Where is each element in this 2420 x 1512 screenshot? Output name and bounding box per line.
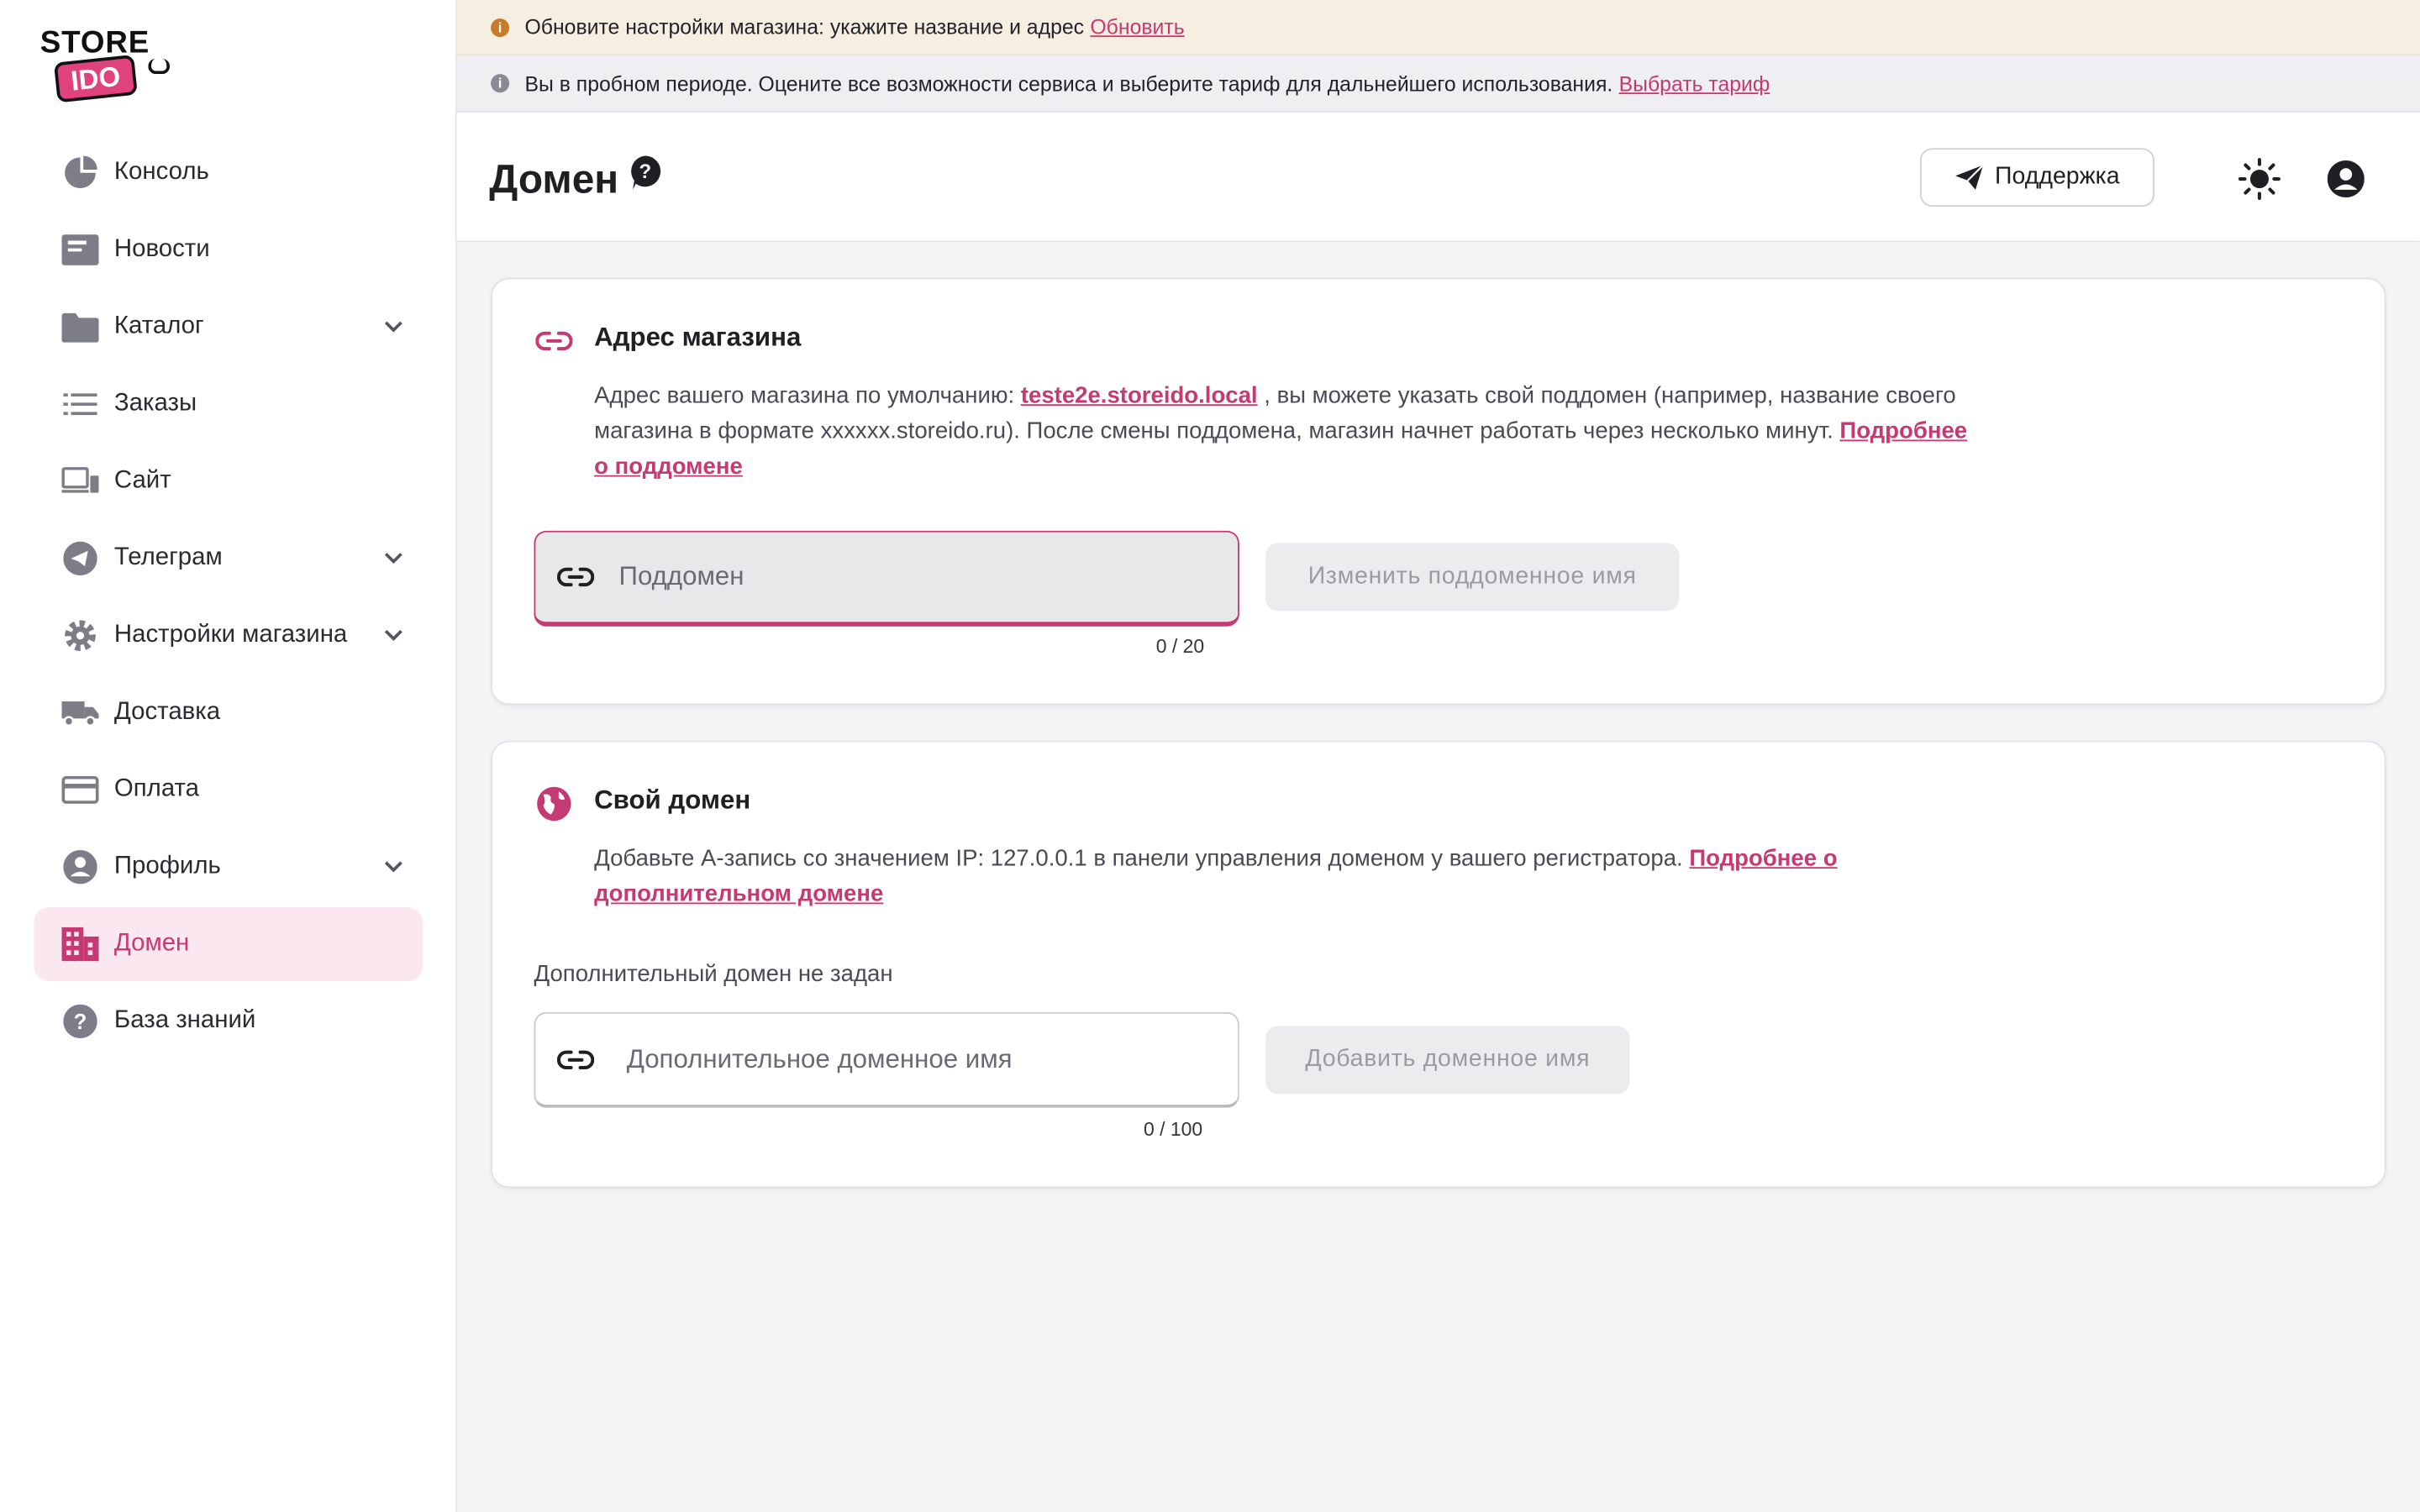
logo-line2: IDO (53, 54, 138, 103)
custom-domain-card: Свой домен Добавьте А-запись со значение… (491, 740, 2386, 1189)
support-button[interactable]: Поддержка (1919, 148, 2155, 207)
list-icon (61, 386, 98, 423)
theme-toggle-button[interactable] (2238, 157, 2281, 201)
logo-hook (148, 58, 171, 75)
sidebar-item-label: Телеграм (113, 544, 223, 571)
chevron-down-icon[interactable] (383, 315, 405, 343)
change-subdomain-button[interactable]: Изменить поддоменное имя (1265, 543, 1680, 612)
sidebar-item-label: Настройки магазина (113, 622, 348, 648)
page-header: Домен ? Поддержка (456, 113, 2420, 243)
sidebar: STORE IDO Консоль Новости Каталог Заказы… (0, 0, 457, 1512)
sun-icon (2238, 158, 2281, 201)
sidebar-item-profile[interactable]: Профиль (34, 830, 423, 904)
custom-domain-input[interactable] (626, 1043, 1182, 1075)
telegram-icon (61, 540, 98, 577)
custom-domain-char-counter: 0 / 100 (1143, 1118, 1203, 1141)
sidebar-item-store-settings[interactable]: Настройки магазина (34, 599, 423, 673)
sidebar-item-label: Домен (113, 930, 190, 957)
sidebar-item-telegram[interactable]: Телеграм (34, 522, 423, 596)
trial-banner: i Вы в пробном периоде. Оцените все возм… (456, 55, 2420, 113)
chevron-down-icon[interactable] (383, 855, 405, 883)
support-button-label: Поддержка (1995, 163, 2120, 190)
sidebar-item-delivery[interactable]: Доставка (34, 675, 423, 749)
logo-line1: STORE (39, 26, 150, 60)
sidebar-item-knowledge-base[interactable]: ? База знаний (34, 984, 423, 1058)
info-icon: i (491, 74, 510, 93)
credit-card-icon (61, 771, 99, 808)
user-circle-icon (61, 848, 98, 885)
svg-text:?: ? (74, 1011, 87, 1034)
store-address-description: Адрес вашего магазина по умолчанию: test… (594, 378, 1983, 485)
store-address-card: Адрес магазина Адрес вашего магазина по … (491, 277, 2386, 706)
info-icon: i (491, 18, 510, 37)
custom-domain-title: Свой домен (594, 785, 751, 815)
sidebar-item-label: Сайт (113, 467, 171, 494)
folder-icon (61, 308, 99, 345)
subdomain-char-counter: 0 / 20 (1155, 635, 1205, 658)
trial-banner-text: Вы в пробном периоде. Оцените все возмож… (524, 71, 1613, 95)
sidebar-item-label: Доставка (113, 699, 221, 726)
devices-icon (61, 463, 99, 500)
custom-domain-description: Добавьте А-запись со значением IP: 127.0… (594, 841, 1983, 911)
subdomain-field[interactable] (534, 530, 1239, 627)
settings-banner-text: Обновите настройки магазина: укажите наз… (524, 15, 1085, 39)
globe-icon (535, 785, 572, 822)
gear-icon (61, 617, 98, 654)
building-icon (61, 926, 99, 963)
help-circle-icon: ? (61, 1003, 98, 1040)
custom-domain-status: Дополнительный домен не задан (534, 961, 893, 988)
link-icon (557, 1041, 595, 1078)
update-settings-link[interactable]: Обновить (1090, 15, 1184, 39)
question-bubble-icon[interactable]: ? (629, 155, 662, 199)
sidebar-item-catalog[interactable]: Каталог (34, 290, 423, 364)
subdomain-input[interactable] (618, 561, 1175, 593)
link-icon (535, 323, 573, 360)
sidebar-nav: Консоль Новости Каталог Заказы Сайт Теле… (34, 136, 424, 1062)
chevron-down-icon[interactable] (383, 623, 405, 651)
account-button[interactable] (2324, 157, 2367, 200)
truck-icon (61, 695, 99, 732)
choose-plan-link[interactable]: Выбрать тариф (1619, 71, 1770, 95)
newspaper-icon (61, 232, 99, 269)
store-logo[interactable]: STORE IDO (40, 28, 179, 108)
page-title: Домен (489, 155, 619, 202)
add-domain-button[interactable]: Добавить доменное имя (1265, 1026, 1630, 1095)
settings-banner: i Обновите настройки магазина: укажите н… (456, 0, 2420, 56)
link-icon (557, 559, 595, 596)
chart-pie-icon (61, 155, 98, 192)
store-address-title: Адрес магазина (594, 322, 802, 352)
sidebar-item-label: Заказы (113, 390, 197, 417)
sidebar-item-console[interactable]: Консоль (34, 136, 423, 210)
sidebar-item-news[interactable]: Новости (34, 213, 423, 286)
desc-prefix: Адрес вашего магазина по умолчанию: (594, 382, 1015, 409)
chevron-down-icon[interactable] (383, 546, 405, 574)
sidebar-item-label: Каталог (113, 312, 204, 340)
sidebar-item-domain[interactable]: Домен (34, 906, 424, 982)
custom-domain-field[interactable] (534, 1011, 1239, 1108)
sidebar-item-label: Новости (113, 236, 210, 263)
send-icon (1954, 165, 1983, 190)
sidebar-item-label: Консоль (113, 159, 209, 186)
svg-text:?: ? (639, 160, 651, 183)
sidebar-item-label: Профиль (113, 853, 221, 879)
sidebar-item-payment[interactable]: Оплата (34, 753, 423, 827)
sidebar-item-orders[interactable]: Заказы (34, 367, 423, 441)
user-circle-icon (2327, 160, 2365, 198)
sidebar-item-site[interactable]: Сайт (34, 444, 423, 518)
custom-domain-desc-text: Добавьте А-запись со значением IP: 127.0… (594, 845, 1683, 872)
default-domain-link[interactable]: teste2e.storeido.local (1021, 383, 1258, 409)
sidebar-item-label: База знаний (113, 1007, 256, 1034)
sidebar-item-label: Оплата (113, 775, 200, 803)
